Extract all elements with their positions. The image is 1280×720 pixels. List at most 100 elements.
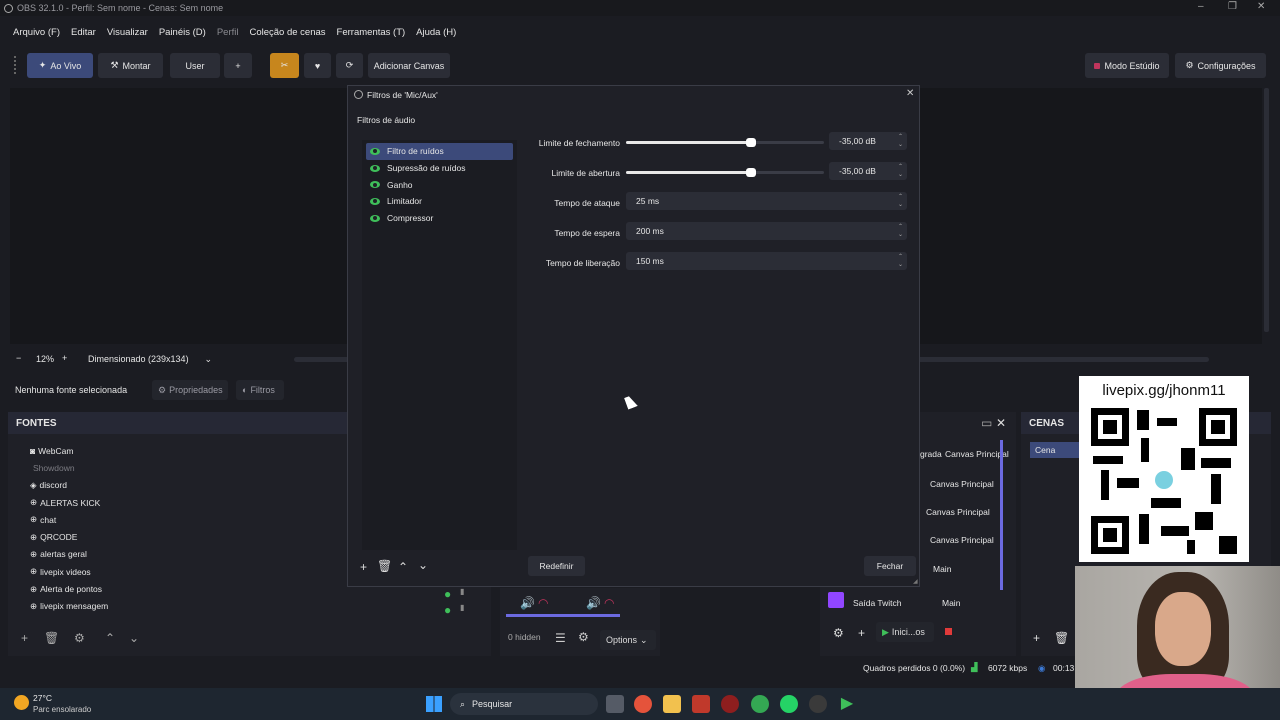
list-item[interactable]: Ganho xyxy=(366,176,513,193)
favorite-button[interactable]: ♥ xyxy=(304,53,331,78)
zoom-out-button[interactable]: − xyxy=(16,353,21,363)
speaker-icon[interactable]: 🔊 xyxy=(520,596,535,610)
close-button[interactable]: Fechar xyxy=(864,556,916,576)
taskbar-search[interactable]: ⌕ Pesquisar xyxy=(450,693,598,715)
add-canvas-button[interactable]: Adicionar Canvas xyxy=(368,53,450,78)
menu-arquivo[interactable]: Arquivo (F) xyxy=(13,27,60,38)
spin-arrows-icon[interactable]: ⌃ ⌄ xyxy=(898,193,903,209)
studio-mode-button[interactable]: Modo Estúdio xyxy=(1085,53,1169,78)
lock-icon[interactable]: ▮ xyxy=(460,603,464,612)
filters-button[interactable]: ◐ Filtros xyxy=(236,380,284,400)
list-item[interactable]: ⊕ livepix videos xyxy=(8,563,348,580)
close-icon[interactable]: ✕ xyxy=(996,416,1006,430)
menu-colecao[interactable]: Coleção de cenas xyxy=(249,27,325,38)
scrollbar[interactable] xyxy=(1000,440,1003,590)
app-icon[interactable] xyxy=(692,695,710,713)
sources-list[interactable]: ◙ WebCam Showdown ◈ discord ⊕ ALERTAS KICK … xyxy=(8,442,348,615)
list-item[interactable]: ◙ WebCam xyxy=(8,442,348,459)
task-view-icon[interactable] xyxy=(606,695,624,713)
move-down-icon[interactable]: ⌄ xyxy=(129,631,139,645)
release-time-input[interactable]: 150 ms ⌃ ⌄ xyxy=(626,252,907,270)
spin-arrows-icon[interactable]: ⌃ ⌄ xyxy=(898,253,903,269)
cut-button[interactable]: ✂ xyxy=(270,53,299,78)
start-output-button[interactable]: ▶ Inici...os xyxy=(876,622,934,642)
lock-icon[interactable]: ▮ xyxy=(460,587,464,596)
headphone-icon[interactable]: ◠ xyxy=(604,596,614,610)
spin-arrows-icon[interactable]: ⌃ ⌄ xyxy=(898,223,903,239)
list-item[interactable]: ⊕ ALERTAS KICK xyxy=(8,494,348,511)
list-item[interactable]: ⊕ alertas geral xyxy=(8,546,348,563)
stop-icon[interactable] xyxy=(945,628,952,635)
chrome-icon[interactable] xyxy=(751,695,769,713)
list-item[interactable]: Compressor xyxy=(366,210,513,227)
dock-float-icon[interactable]: ▭ xyxy=(981,416,992,430)
close-threshold-slider[interactable] xyxy=(626,138,824,147)
properties-button[interactable]: ⚙ Propriedades xyxy=(152,380,228,400)
options-dropdown[interactable]: Options ⌄ xyxy=(600,630,656,650)
move-up-icon[interactable]: ⌃ xyxy=(398,560,408,574)
menu-paineis[interactable]: Painéis (D) xyxy=(159,27,206,38)
maximize-icon[interactable]: ❐ xyxy=(1228,1,1237,12)
gear-icon[interactable]: ⚙ xyxy=(578,630,589,644)
mixer-settings-icon[interactable]: ☰ xyxy=(555,631,566,645)
preview-scrollbar[interactable] xyxy=(1264,88,1269,332)
gear-icon[interactable]: ⚙ xyxy=(833,626,844,640)
mount-button[interactable]: ⚒ Montar xyxy=(98,53,163,78)
open-threshold-input[interactable]: -35,00 dB ⌃ ⌄ xyxy=(829,162,907,180)
list-item[interactable]: ⊕ livepix mensagem xyxy=(8,598,348,615)
open-threshold-slider[interactable] xyxy=(626,168,824,177)
slider-handle[interactable] xyxy=(746,138,756,147)
add-source-button[interactable]: + xyxy=(21,631,28,645)
menu-ajuda[interactable]: Ajuda (H) xyxy=(416,27,456,38)
obs-icon[interactable] xyxy=(809,695,827,713)
move-down-icon[interactable]: ⌄ xyxy=(418,558,428,572)
hold-time-input[interactable]: 200 ms ⌃ ⌄ xyxy=(626,222,907,240)
app-icon[interactable] xyxy=(721,695,739,713)
menu-editar[interactable]: Editar xyxy=(71,27,96,38)
visibility-eye-icon[interactable]: ● xyxy=(444,587,451,601)
drag-handle-icon[interactable] xyxy=(14,56,18,74)
live-button[interactable]: ✦ Ao Vivo xyxy=(27,53,93,78)
trash-icon[interactable]: 🗑 xyxy=(44,631,59,645)
minimize-icon[interactable]: – xyxy=(1198,1,1204,12)
list-item[interactable]: ⊕ chat xyxy=(8,511,348,528)
reset-button[interactable]: Redefinir xyxy=(528,556,585,576)
menu-ferramentas[interactable]: Ferramentas (T) xyxy=(337,27,406,38)
trash-icon[interactable]: 🗑 xyxy=(377,559,392,573)
scene-item[interactable]: Cena xyxy=(1030,442,1080,458)
user-button[interactable]: User xyxy=(170,53,220,78)
attack-time-input[interactable]: 25 ms ⌃ ⌄ xyxy=(626,192,907,210)
visibility-eye-icon[interactable] xyxy=(370,181,380,189)
headphone-icon[interactable]: ◠ xyxy=(538,596,548,610)
visibility-eye-icon[interactable] xyxy=(370,164,380,172)
visibility-eye-icon[interactable] xyxy=(370,147,380,155)
chrome-icon[interactable] xyxy=(634,695,652,713)
close-window-icon[interactable]: ✕ xyxy=(1257,1,1265,12)
move-up-icon[interactable]: ⌃ xyxy=(105,631,115,645)
list-item[interactable]: Showdown xyxy=(8,459,348,476)
refresh-button[interactable]: ⟳ xyxy=(336,53,363,78)
start-windows-icon[interactable] xyxy=(426,696,442,712)
scale-mode-select[interactable]: Dimensionado (239x134) ⌄ xyxy=(88,354,214,364)
folder-icon[interactable] xyxy=(663,695,681,713)
menu-perfil[interactable]: Perfil xyxy=(217,27,239,38)
close-icon[interactable]: ✕ xyxy=(906,88,914,99)
settings-button[interactable]: ⚙ Configurações xyxy=(1175,53,1266,78)
list-item[interactable]: ⊕ QRCODE xyxy=(8,528,348,545)
add-scene-button[interactable]: + xyxy=(1033,631,1040,645)
list-item[interactable]: ◈ discord xyxy=(8,477,348,494)
add-filter-button[interactable]: + xyxy=(360,560,367,574)
visibility-eye-icon[interactable] xyxy=(370,214,380,222)
visibility-eye-icon[interactable] xyxy=(370,197,380,205)
speaker-icon[interactable]: 🔊 xyxy=(586,596,601,610)
visibility-eye-icon[interactable]: ● xyxy=(444,603,451,617)
close-threshold-input[interactable]: -35,00 dB ⌃ ⌄ xyxy=(829,132,907,150)
list-item[interactable]: ⊕ Alerta de pontos xyxy=(8,580,348,597)
play-icon[interactable]: ▶ xyxy=(838,695,856,713)
slider-handle[interactable] xyxy=(746,168,756,177)
add-mode-button[interactable]: + xyxy=(224,53,252,78)
menu-visualizar[interactable]: Visualizar xyxy=(107,27,148,38)
trash-icon[interactable]: 🗑 xyxy=(1054,631,1069,645)
gear-icon[interactable]: ⚙ xyxy=(74,631,85,645)
resize-grip-icon[interactable]: ◢ xyxy=(913,578,918,585)
